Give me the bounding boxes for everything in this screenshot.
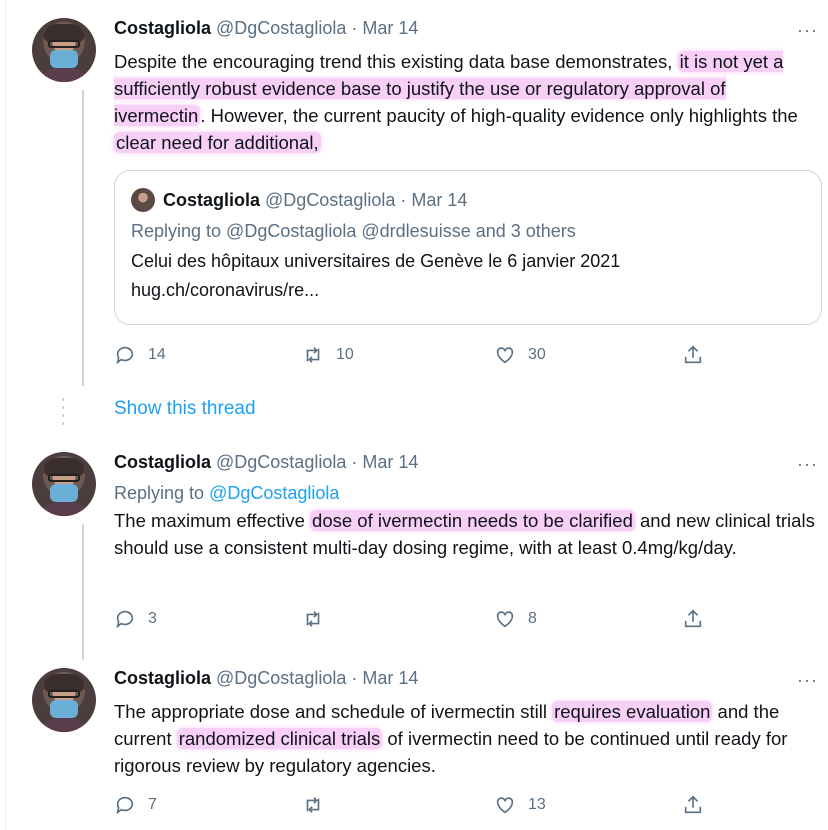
reply-button[interactable]: 7: [114, 794, 157, 816]
quote-link: hug.ch/coronavirus/re...: [131, 280, 320, 300]
author-handle[interactable]: @DgCostagliola: [216, 668, 346, 689]
retweet-button[interactable]: 10: [302, 344, 354, 366]
reply-count: 14: [148, 346, 166, 363]
separator: ·: [400, 189, 407, 210]
tweet-actions: 3 8: [114, 608, 714, 638]
author-name[interactable]: Costagliola: [114, 452, 211, 473]
like-button[interactable]: 13: [494, 794, 546, 816]
retweet-icon: [306, 347, 320, 363]
tweet-content: Costagliola @DgCostagliola · Mar 14 ··· …: [114, 452, 818, 629]
quoted-tweet[interactable]: Costagliola @DgCostagliola · Mar 14 Repl…: [114, 170, 822, 325]
share-icon: [684, 795, 702, 814]
text-segment: . However, the current paucity of high-q…: [200, 105, 798, 126]
avatar[interactable]: [32, 18, 96, 82]
reply-count: 3: [148, 610, 157, 627]
author-handle[interactable]: @DgCostagliola: [216, 18, 346, 39]
reply-count: 7: [148, 796, 157, 813]
tweet-text: The appropriate dose and schedule of ive…: [114, 698, 818, 779]
reply-button[interactable]: 3: [114, 608, 157, 630]
reply-icon: [116, 346, 134, 365]
share-button[interactable]: [682, 344, 704, 366]
tweet-text: The maximum effective dose of ivermectin…: [114, 507, 818, 561]
quote-date: Mar 14: [411, 189, 468, 210]
tweet-date[interactable]: Mar 14: [362, 452, 418, 473]
thread-line: [82, 524, 84, 660]
share-button[interactable]: [682, 608, 704, 630]
highlighted-text: requires evaluation: [552, 701, 713, 722]
tweet-1[interactable]: Costagliola @DgCostagliola · Mar 14 ··· …: [20, 0, 828, 395]
tweet-content: Costagliola @DgCostagliola · Mar 14 ··· …: [114, 668, 818, 815]
author-name[interactable]: Costagliola: [114, 668, 211, 689]
like-icon: [496, 797, 514, 814]
author-handle[interactable]: @DgCostagliola: [216, 452, 346, 473]
quote-reply-line: Replying to @DgCostagliola @drdlesuisse …: [131, 221, 576, 241]
share-icon: [684, 609, 702, 628]
timeline-border: [5, 0, 6, 830]
replying-to: Replying to @DgCostagliola: [114, 480, 818, 507]
text-segment: Despite the encouraging trend this exist…: [114, 51, 678, 72]
retweet-button[interactable]: [302, 794, 336, 816]
tweet-actions: 7 13: [114, 794, 714, 824]
quote-author-name: Costagliola: [163, 189, 261, 210]
like-count: 13: [528, 796, 546, 813]
reply-button[interactable]: 14: [114, 344, 166, 366]
quote-header: Costagliola @DgCostagliola · Mar 14: [131, 185, 805, 215]
more-icon[interactable]: ···: [797, 670, 818, 691]
tweet-3[interactable]: Costagliola @DgCostagliola · Mar 14 ··· …: [20, 660, 828, 830]
quote-author-handle: @DgCostagliola: [265, 189, 396, 210]
author-name[interactable]: Costagliola: [114, 18, 211, 39]
like-count: 8: [528, 610, 537, 627]
text-segment: The appropriate dose and schedule of ive…: [114, 701, 553, 722]
highlighted-text: dose of ivermectin needs to be clarified: [310, 510, 635, 531]
avatar[interactable]: [32, 452, 96, 516]
separator: ·: [351, 452, 358, 472]
highlighted-text: randomized clinical trials: [176, 728, 383, 749]
quote-avatar: [131, 188, 155, 212]
retweet-icon: [306, 611, 320, 627]
tweet-header: Costagliola @DgCostagliola · Mar 14: [114, 18, 818, 46]
retweet-count: 10: [336, 346, 354, 363]
like-count: 30: [528, 346, 546, 363]
reply-icon: [116, 610, 134, 629]
tweet-actions: 14 10 30: [114, 344, 714, 374]
thread-gap-indicator: [62, 398, 64, 426]
like-icon: [496, 611, 514, 628]
reply-icon: [116, 796, 134, 815]
like-button[interactable]: 8: [494, 608, 537, 630]
more-icon[interactable]: ···: [797, 454, 818, 475]
tweet-header: Costagliola @DgCostagliola · Mar 14: [114, 668, 818, 696]
thread-line: [82, 90, 84, 386]
replying-prefix: Replying to: [114, 483, 210, 503]
tweet-2[interactable]: Costagliola @DgCostagliola · Mar 14 ··· …: [20, 442, 828, 660]
separator: ·: [351, 668, 358, 688]
share-button[interactable]: [682, 794, 704, 816]
tweet-date[interactable]: Mar 14: [362, 668, 418, 689]
quote-text-line: Celui des hôpitaux universitaires de Gen…: [131, 251, 621, 271]
tweet-text: Despite the encouraging trend this exist…: [114, 48, 818, 156]
like-icon: [496, 347, 514, 364]
highlighted-text: clear need for additional,: [114, 132, 321, 153]
tweet-header: Costagliola @DgCostagliola · Mar 14: [114, 452, 818, 480]
show-thread-link[interactable]: Show this thread: [114, 398, 256, 420]
share-icon: [684, 345, 702, 364]
more-icon[interactable]: ···: [797, 20, 818, 41]
tweet-date[interactable]: Mar 14: [362, 18, 418, 39]
avatar[interactable]: [32, 668, 96, 732]
tweet-content: Costagliola @DgCostagliola · Mar 14 ··· …: [114, 18, 822, 365]
text-segment: The maximum effective: [114, 510, 311, 531]
replying-to-link[interactable]: @DgCostagliola: [209, 483, 339, 503]
retweet-icon: [306, 797, 320, 813]
retweet-button[interactable]: [302, 608, 336, 630]
separator: ·: [351, 18, 358, 38]
like-button[interactable]: 30: [494, 344, 546, 366]
